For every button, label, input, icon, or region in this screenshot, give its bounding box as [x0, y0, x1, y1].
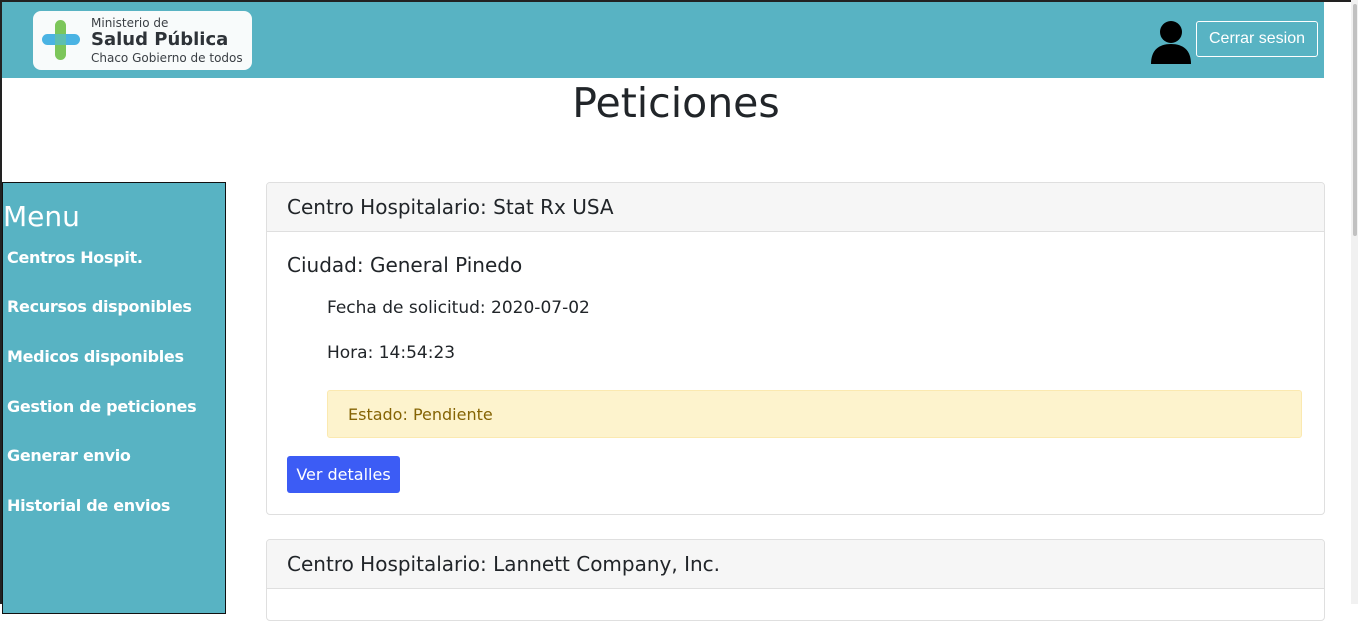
medical-cross-icon: [42, 20, 80, 60]
logout-button[interactable]: Cerrar sesion: [1196, 21, 1318, 57]
logo-text-chaco: Chaco Gobierno de todos: [91, 51, 243, 65]
page-title: Peticiones: [572, 79, 780, 127]
sidebar-item-medicos-disponibles[interactable]: Medicos disponibles: [7, 347, 184, 366]
sidebar-title: Menu: [3, 200, 80, 233]
sidebar-item-recursos-disponibles[interactable]: Recursos disponibles: [7, 297, 192, 316]
card-city: Ciudad: General Pinedo: [287, 253, 523, 277]
sidebar-item-centros-hospit[interactable]: Centros Hospit.: [7, 248, 143, 267]
logo-text-salud-publica: Salud Pública: [91, 29, 229, 50]
ver-detalles-button[interactable]: Ver detalles: [287, 456, 400, 493]
peticion-card: Centro Hospitalario: Lannett Company, In…: [266, 539, 1325, 621]
sidebar-item-historial-de-envios[interactable]: Historial de envios: [7, 496, 170, 515]
sidebar-item-gestion-de-peticiones[interactable]: Gestion de peticiones: [7, 397, 197, 416]
sidebar-item-generar-envio[interactable]: Generar envio: [7, 446, 131, 465]
salud-publica-logo[interactable]: Ministerio de Salud Pública Chaco Gobier…: [33, 11, 252, 70]
user-icon[interactable]: [1150, 20, 1192, 64]
top-navbar: Ministerio de Salud Pública Chaco Gobier…: [2, 2, 1324, 78]
status-alert: Estado: Pendiente: [327, 390, 1302, 438]
card-header-centro-hospitalario: Centro Hospitalario: Stat Rx USA: [267, 183, 1324, 232]
card-header-centro-hospitalario: Centro Hospitalario: Lannett Company, In…: [267, 540, 1324, 589]
card-request-time: Hora: 14:54:23: [327, 343, 456, 363]
card-request-date: Fecha de solicitud: 2020-07-02: [327, 298, 590, 318]
scrollbar-thumb[interactable]: [1353, 4, 1357, 236]
sidebar-menu: Menu Centros Hospit. Recursos disponible…: [2, 182, 226, 614]
logo-text-ministerio: Ministerio de: [91, 16, 169, 30]
peticion-card: Centro Hospitalario: Stat Rx USA Ciudad:…: [266, 182, 1325, 515]
